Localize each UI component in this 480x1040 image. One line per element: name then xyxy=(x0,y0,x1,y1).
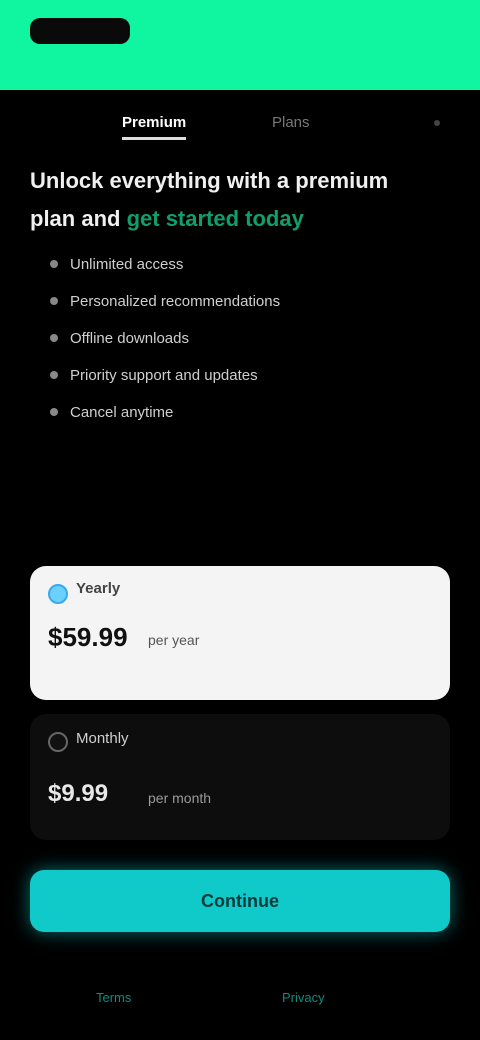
feature-label: Personalized recommendations xyxy=(70,293,281,310)
plan-price: $59.99 xyxy=(48,622,128,652)
tab-bar: Premium Plans xyxy=(0,110,480,140)
radio-selected-icon[interactable] xyxy=(48,584,68,604)
app-logo[interactable] xyxy=(30,18,130,44)
plan-option-yearly[interactable]: Yearly $59.99 per year xyxy=(30,566,450,700)
feature-item: Cancel anytime xyxy=(50,394,370,431)
bullet-icon xyxy=(50,371,58,379)
radio-unselected-icon[interactable] xyxy=(48,732,68,752)
page-headline: Unlock everything with a premium plan an… xyxy=(30,162,430,238)
feature-item: Personalized recommendations xyxy=(50,283,370,320)
feature-item: Offline downloads xyxy=(50,320,370,357)
feature-label: Priority support and updates xyxy=(70,367,258,384)
tab-premium[interactable]: Premium xyxy=(122,114,187,140)
bullet-icon xyxy=(50,408,58,416)
terms-link[interactable]: Terms xyxy=(96,990,131,1005)
bullet-icon xyxy=(50,334,58,342)
feature-label: Offline downloads xyxy=(70,330,189,347)
plan-name: Monthly xyxy=(76,730,129,747)
privacy-link[interactable]: Privacy xyxy=(282,990,325,1005)
plan-name: Yearly xyxy=(76,580,121,597)
feature-label: Cancel anytime xyxy=(70,404,174,421)
feature-list: Unlimited access Personalized recommenda… xyxy=(50,246,370,431)
status-dot-icon xyxy=(434,120,440,126)
plan-price: $9.99 xyxy=(48,780,109,807)
continue-button[interactable]: Continue xyxy=(30,870,450,932)
top-bar xyxy=(0,0,480,90)
plan-price-note: per year xyxy=(148,632,200,648)
tab-plans[interactable]: Plans xyxy=(272,114,310,131)
plan-option-monthly[interactable]: Monthly $9.99 per month xyxy=(30,714,450,840)
feature-item: Priority support and updates xyxy=(50,357,370,394)
feature-label: Unlimited access xyxy=(70,256,184,273)
plan-price-note: per month xyxy=(148,790,212,806)
feature-item: Unlimited access xyxy=(50,246,370,283)
footer-links: Terms Privacy xyxy=(0,990,480,1020)
bullet-icon xyxy=(50,297,58,305)
bullet-icon xyxy=(50,260,58,268)
headline-accent: get started today xyxy=(126,206,304,231)
